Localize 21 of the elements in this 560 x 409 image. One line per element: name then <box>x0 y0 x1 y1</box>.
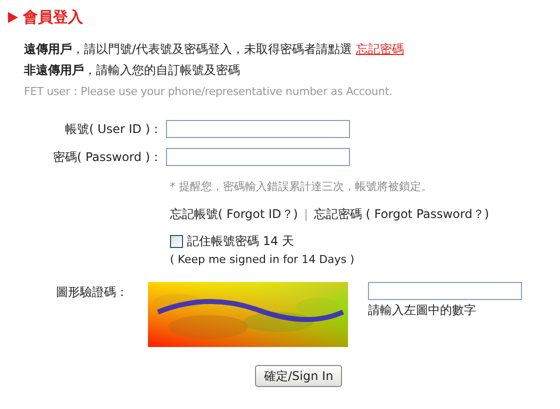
captcha-label: 圖形驗證碼： <box>55 284 129 301</box>
forgot-password-link[interactable]: 忘記密碼 <box>356 42 404 56</box>
captcha-hint: 請輸入左圖中的數字 <box>368 302 477 319</box>
field-label: 帳號( User ID )： <box>64 120 163 138</box>
warning-text: * 提醒您，密碼輸入錯誤累計達三次，帳號將被鎖定。 <box>170 179 433 194</box>
remember-checkbox[interactable] <box>170 235 183 248</box>
input-field[interactable] <box>166 148 350 166</box>
section-title: 會員登入 <box>23 8 83 27</box>
input-field[interactable] <box>166 120 350 138</box>
instruction-text: FET user：Please use your phone/representative number as Account. <box>24 84 394 100</box>
field-label: 密碼( Password )： <box>52 148 163 166</box>
instruction-text: 遠傳用戶，請以門號/代表號及密碼登入，未取得密碼者請點選 忘記密碼 <box>24 41 405 58</box>
checkbox-sublabel: ( Keep me signed in for 14 Days ) <box>170 253 356 266</box>
forgot-link[interactable]: 忘記帳號( Forgot ID？) <box>170 207 298 221</box>
sign-in-button[interactable]: 確定/Sign In <box>255 365 342 387</box>
instruction-text: 非遠傳用戶，請輸入您的自訂帳號及密碼 <box>24 62 241 79</box>
triangle-icon <box>8 12 18 23</box>
forgot-link[interactable]: 忘記密碼 ( Forgot Password？) <box>314 207 490 221</box>
separator-text: ｜ <box>300 207 312 221</box>
checkbox-label: 記住帳號密碼 14 天 <box>187 233 294 250</box>
captcha-input-field[interactable] <box>368 282 522 300</box>
